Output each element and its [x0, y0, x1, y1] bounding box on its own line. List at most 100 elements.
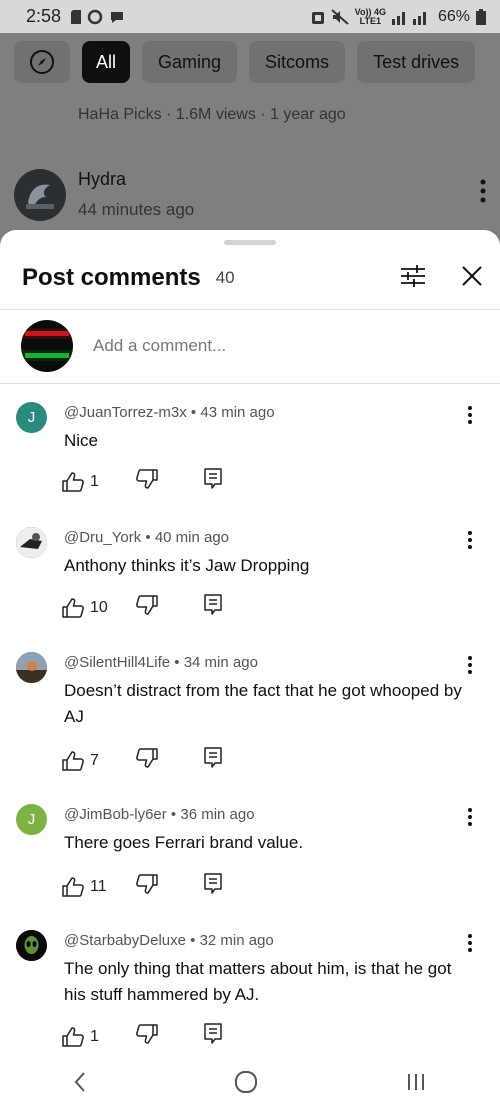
dislike-button[interactable]: [136, 469, 204, 494]
chip-sitcoms[interactable]: Sitcoms: [249, 41, 346, 83]
dislike-button[interactable]: [136, 748, 204, 773]
post-more-button[interactable]: [480, 179, 486, 208]
reply-button[interactable]: [204, 468, 228, 495]
reply-button[interactable]: [204, 594, 228, 621]
like-button[interactable]: 11: [62, 876, 136, 897]
comment-author[interactable]: @JimBob-ly6er: [64, 806, 167, 823]
more-vertical-icon: [468, 934, 472, 952]
thumbs-up-icon: [62, 1026, 84, 1047]
comment-more-button[interactable]: [468, 531, 472, 554]
comment-header: @SilentHill4Life • 34 min ago: [64, 654, 258, 671]
reply-comment-icon: [204, 594, 222, 615]
post-header: Hydra 44 minutes ago: [14, 169, 486, 229]
comment-avatar[interactable]: J: [16, 804, 47, 835]
back-button[interactable]: [73, 1071, 87, 1098]
chip-test-drives[interactable]: Test drives: [357, 41, 476, 83]
comment-author[interactable]: @SilentHill4Life: [64, 654, 170, 671]
comment-more-button[interactable]: [468, 934, 472, 957]
comment-text: Nice: [64, 431, 99, 450]
sort-filter-icon: [401, 264, 425, 287]
dislike-button[interactable]: [136, 874, 204, 899]
comment-avatar[interactable]: [16, 652, 47, 683]
comment-header: @Dru_York • 40 min ago: [64, 529, 230, 546]
like-count: 7: [90, 751, 99, 769]
comment-time: 34 min ago: [183, 654, 258, 671]
reply-button[interactable]: [204, 747, 228, 774]
reply-comment-icon: [204, 873, 222, 894]
add-comment-input[interactable]: [93, 336, 393, 356]
dislike-button[interactable]: [136, 1024, 204, 1049]
signal-icon: [391, 11, 426, 25]
dislike-button[interactable]: [136, 595, 204, 620]
network-label: Vo)) 4G LTE1: [354, 6, 386, 26]
like-button[interactable]: 7: [62, 750, 136, 771]
avatar-letter: J: [27, 409, 36, 426]
user-avatar: [21, 320, 73, 372]
alien-avatar-icon: [16, 930, 47, 961]
battery-text: 66%: [437, 7, 470, 25]
chip-all[interactable]: All: [82, 41, 131, 83]
comment-text: Doesn’t distract from the fact that he g…: [64, 681, 462, 726]
thumbs-down-icon: [136, 1024, 158, 1044]
channel-name[interactable]: Hydra: [78, 169, 126, 190]
sheet-title: Post comments: [22, 264, 201, 291]
comment-avatar[interactable]: [16, 527, 47, 558]
close-icon: [462, 265, 482, 286]
clock-display-icon: [21, 328, 73, 361]
comment-actions: 11: [62, 873, 228, 900]
chips-row: All Gaming Sitcoms Test drives: [14, 41, 476, 83]
like-button[interactable]: 1: [62, 1026, 136, 1047]
comment-more-button[interactable]: [468, 808, 472, 831]
home-button[interactable]: [234, 1070, 258, 1098]
like-count: 1: [90, 472, 99, 490]
comment-text: Anthony thinks it’s Jaw Dropping: [64, 556, 310, 575]
comment-header: @StarbabyDeluxe • 32 min ago: [64, 932, 274, 949]
recents-icon: [407, 1073, 424, 1090]
sort-button[interactable]: [400, 264, 426, 292]
reply-comment-icon: [204, 747, 222, 768]
input-divider: [0, 383, 500, 384]
compass-icon: [30, 50, 54, 74]
like-count: 1: [90, 1027, 99, 1045]
chat-bubble-icon: [111, 11, 124, 23]
more-vertical-icon: [468, 406, 472, 424]
add-comment-row: [21, 318, 480, 374]
more-vertical-icon: [468, 656, 472, 674]
dragon-logo-icon: [26, 184, 54, 209]
comment-author[interactable]: @Dru_York: [64, 529, 141, 546]
comment-more-button[interactable]: [468, 406, 472, 429]
avatar-image-icon: [16, 652, 47, 683]
comment-header: @JimBob-ly6er • 36 min ago: [64, 806, 255, 823]
thumbs-up-icon: [62, 597, 84, 618]
like-button[interactable]: 1: [62, 471, 136, 492]
thumbs-up-icon: [62, 876, 84, 897]
more-vertical-icon: [480, 179, 486, 203]
comment-avatar[interactable]: [16, 930, 47, 961]
status-time: 2:58: [26, 6, 62, 26]
comment-text: There goes Ferrari brand value.: [64, 833, 304, 852]
drag-handle[interactable]: [224, 240, 276, 245]
thumbs-down-icon: [136, 874, 158, 894]
comment-author[interactable]: @StarbabyDeluxe: [64, 932, 186, 949]
comment-actions: 10: [62, 594, 228, 621]
channel-avatar[interactable]: [14, 169, 66, 221]
recents-button[interactable]: [405, 1072, 427, 1097]
avatar-image-icon: [16, 527, 47, 558]
like-button[interactable]: 10: [62, 597, 136, 618]
home-circle-icon: [234, 1070, 257, 1093]
comments-sheet: Post comments 40 J @JuanTorrez-m3x • 43 …: [0, 230, 500, 1111]
comment-actions: 1: [62, 468, 228, 495]
chip-gaming[interactable]: Gaming: [142, 41, 238, 83]
reply-button[interactable]: [204, 1023, 228, 1050]
status-right: Vo)) 4G LTE1 66%: [311, 6, 486, 26]
sheet-actions: [400, 264, 482, 292]
explore-chip[interactable]: [14, 41, 70, 83]
comment-avatar[interactable]: J: [16, 402, 47, 433]
close-button[interactable]: [462, 265, 482, 291]
more-vertical-icon: [468, 531, 472, 549]
comment-author[interactable]: @JuanTorrez-m3x: [64, 404, 187, 421]
comment-more-button[interactable]: [468, 656, 472, 679]
comment-actions: 1: [62, 1023, 228, 1050]
reply-button[interactable]: [204, 873, 228, 900]
thumbs-down-icon: [136, 748, 158, 768]
